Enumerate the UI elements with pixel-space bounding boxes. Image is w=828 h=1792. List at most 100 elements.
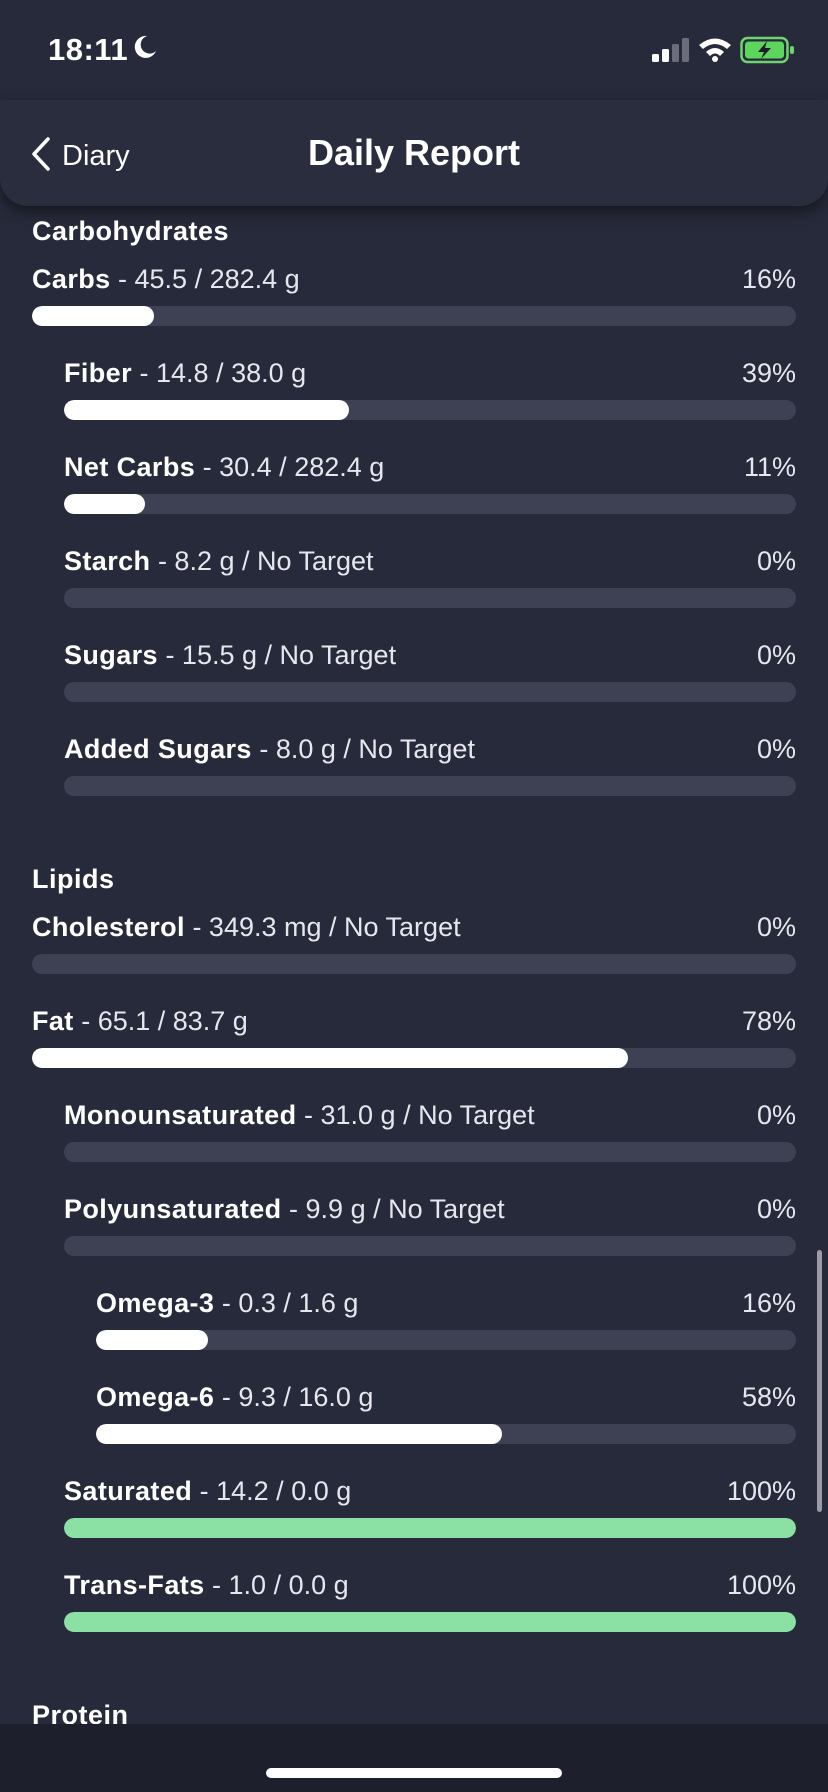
moon-icon <box>132 34 158 65</box>
progress-track <box>64 776 796 796</box>
progress-fill <box>64 1518 796 1538</box>
nutrient-name: Net Carbs <box>64 452 196 482</box>
nutrient-row-omega-6[interactable]: Omega-6 - 9.3 / 16.0 g 58% <box>96 1382 796 1444</box>
nutrient-name: Saturated <box>64 1476 193 1506</box>
nutrient-row-starch[interactable]: Starch - 8.2 g / No Target 0% <box>64 546 796 608</box>
section-title-carbohydrates: Carbohydrates <box>32 216 230 246</box>
nutrient-name: Polyunsaturated <box>64 1194 282 1224</box>
nutrient-label: Carbs - 45.5 / 282.4 g <box>32 264 300 295</box>
section-title-lipids: Lipids <box>32 864 115 894</box>
progress-track <box>64 588 796 608</box>
nutrient-amount: - 14.2 / 0.0 g <box>192 1476 352 1506</box>
nutrient-name: Starch <box>64 546 151 576</box>
progress-fill <box>96 1424 502 1444</box>
nutrient-label: Fiber - 14.8 / 38.0 g <box>64 358 306 389</box>
scrollbar[interactable] <box>817 1250 822 1512</box>
nutrient-name: Omega-6 <box>96 1382 215 1412</box>
nutrient-percent: 0% <box>756 912 796 942</box>
nutrient-percent: 58% <box>741 1382 796 1412</box>
progress-track <box>96 1424 796 1444</box>
report-content[interactable]: Carbohydrates Carbs - 45.5 / 282.4 g 16% Fi… <box>0 206 828 1724</box>
nutrient-amount: - 65.1 / 83.7 g <box>73 1006 248 1036</box>
cellular-signal-icon <box>652 38 690 67</box>
nutrient-row-added-sugars[interactable]: Added Sugars - 8.0 g / No Target 0% <box>64 734 796 796</box>
nutrient-amount: - 349.3 mg / No Target <box>184 912 461 942</box>
nutrient-row-fiber[interactable]: Fiber - 14.8 / 38.0 g 39% <box>64 358 796 420</box>
nutrient-name: Fat <box>32 1006 74 1036</box>
nutrient-row-polyunsaturated[interactable]: Polyunsaturated - 9.9 g / No Target 0% <box>64 1194 796 1256</box>
home-indicator[interactable] <box>266 1768 562 1778</box>
progress-track <box>64 1612 796 1632</box>
nutrient-label: Polyunsaturated - 9.9 g / No Target <box>64 1194 505 1225</box>
nutrient-amount: - 31.0 g / No Target <box>296 1100 535 1130</box>
nutrient-label: Sugars - 15.5 g / No Target <box>64 640 396 671</box>
nutrient-amount: - 0.3 / 1.6 g <box>214 1288 359 1318</box>
nutrient-label: Net Carbs - 30.4 / 282.4 g <box>64 452 384 483</box>
progress-track <box>32 306 796 326</box>
nutrient-amount: - 8.0 g / No Target <box>251 734 475 764</box>
nutrient-name: Sugars <box>64 640 158 670</box>
progress-fill <box>32 1048 628 1068</box>
nutrient-percent: 16% <box>741 1288 796 1318</box>
nutrient-amount: - 30.4 / 282.4 g <box>195 452 385 482</box>
progress-fill <box>96 1330 208 1350</box>
progress-track <box>64 1518 796 1538</box>
nutrient-percent: 39% <box>741 358 796 388</box>
progress-track <box>32 954 796 974</box>
nutrient-name: Monounsaturated <box>64 1100 297 1130</box>
nutrient-row-fat[interactable]: Fat - 65.1 / 83.7 g 78% <box>32 1006 796 1068</box>
nutrient-row-cholesterol[interactable]: Cholesterol - 349.3 mg / No Target 0% <box>32 912 796 974</box>
progress-track <box>64 1236 796 1256</box>
nutrient-name: Added Sugars <box>64 734 252 764</box>
nutrient-percent: 0% <box>756 640 796 670</box>
nutrient-percent: 100% <box>726 1570 796 1600</box>
progress-track <box>64 682 796 702</box>
nutrient-row-net-carbs[interactable]: Net Carbs - 30.4 / 282.4 g 11% <box>64 452 796 514</box>
wifi-icon <box>698 36 732 67</box>
progress-fill <box>64 400 350 420</box>
nutrient-name: Trans-Fats <box>64 1570 205 1600</box>
progress-fill <box>32 306 155 326</box>
nutrient-percent: 11% <box>743 452 796 482</box>
nutrient-amount: - 15.5 g / No Target <box>157 640 397 670</box>
nutrient-percent: 0% <box>756 1100 796 1130</box>
home-area <box>0 1724 828 1792</box>
status-bar: 18:11 <box>0 0 828 100</box>
nutrient-label: Omega-3 - 0.3 / 1.6 g <box>96 1288 358 1319</box>
nutrient-percent: 100% <box>726 1476 796 1506</box>
nutrient-label: Added Sugars - 8.0 g / No Target <box>64 734 475 765</box>
nutrient-row-monounsaturated[interactable]: Monounsaturated - 31.0 g / No Target 0% <box>64 1100 796 1162</box>
nutrient-row-omega-3[interactable]: Omega-3 - 0.3 / 1.6 g 16% <box>96 1288 796 1350</box>
nutrient-label: Cholesterol - 349.3 mg / No Target <box>32 912 461 943</box>
nutrient-label: Monounsaturated - 31.0 g / No Target <box>64 1100 535 1131</box>
nutrient-name: Omega-3 <box>96 1288 215 1318</box>
nutrient-percent: 0% <box>756 734 796 764</box>
page-title: Daily Report <box>307 132 521 173</box>
nutrient-row-carbs[interactable]: Carbs - 45.5 / 282.4 g 16% <box>32 264 796 326</box>
nutrient-amount: - 9.9 g / No Target <box>281 1194 505 1224</box>
progress-track <box>32 1048 796 1068</box>
nutrient-name: Fiber <box>64 358 133 388</box>
nutrient-name: Cholesterol <box>32 912 185 942</box>
nutrient-percent: 78% <box>741 1006 796 1036</box>
progress-fill <box>64 1612 796 1632</box>
status-time: 18:11 <box>48 32 129 67</box>
nutrient-row-trans-fats[interactable]: Trans-Fats - 1.0 / 0.0 g 100% <box>64 1570 796 1632</box>
progress-track <box>64 400 796 420</box>
nutrient-amount: - 1.0 / 0.0 g <box>204 1570 349 1600</box>
nutrient-row-saturated[interactable]: Saturated - 14.2 / 0.0 g 100% <box>64 1476 796 1538</box>
nutrient-name: Carbs <box>32 264 111 294</box>
progress-track <box>96 1330 796 1350</box>
progress-track <box>64 1142 796 1162</box>
nutrient-percent: 0% <box>756 546 796 576</box>
battery-icon <box>740 36 796 69</box>
nutrient-percent: 0% <box>756 1194 796 1224</box>
nutrient-label: Starch - 8.2 g / No Target <box>64 546 374 577</box>
progress-fill <box>64 494 145 514</box>
nutrient-amount: - 45.5 / 282.4 g <box>110 264 300 294</box>
progress-track <box>64 494 796 514</box>
nutrient-amount: - 8.2 g / No Target <box>150 546 374 576</box>
nutrient-label: Trans-Fats - 1.0 / 0.0 g <box>64 1570 349 1601</box>
section-title-protein: Protein <box>32 1700 129 1724</box>
nutrient-row-sugars[interactable]: Sugars - 15.5 g / No Target 0% <box>64 640 796 702</box>
